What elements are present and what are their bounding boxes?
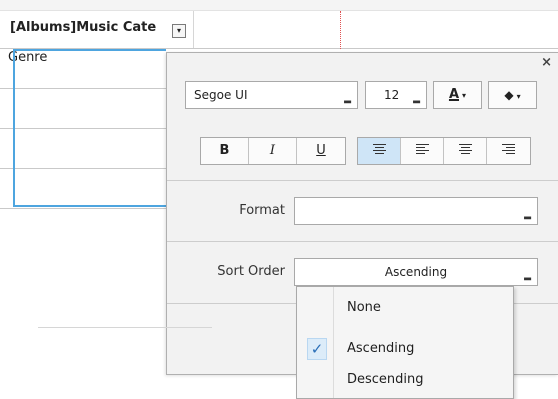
align-center-button[interactable] — [444, 138, 487, 164]
top-band — [0, 0, 558, 11]
bold-button[interactable]: B — [201, 138, 249, 164]
chevron-down-icon: ▾ — [516, 92, 521, 101]
align-default-button[interactable] — [358, 138, 401, 164]
column-separator — [193, 11, 194, 48]
font-size-value: 12 — [384, 88, 400, 102]
sort-order-dropdown[interactable]: Ascending ▂ — [294, 258, 538, 286]
section-divider — [167, 180, 558, 181]
sort-order-menu: None ✓ Ascending Descending — [296, 286, 514, 399]
fill-color-button[interactable]: ◆ ▾ — [488, 81, 537, 109]
format-dropdown[interactable]: ▂ — [294, 197, 538, 225]
menu-item-none[interactable]: None — [297, 297, 513, 319]
align-default-icon — [372, 144, 386, 155]
font-family-value: Segoe UI — [194, 88, 248, 102]
menu-item-label: None — [347, 300, 381, 315]
section-divider — [167, 241, 558, 242]
align-center-icon — [458, 144, 472, 155]
align-right-icon — [502, 144, 515, 155]
page-guide-line — [340, 11, 341, 49]
format-label: Format — [239, 203, 285, 218]
close-icon[interactable]: × — [541, 55, 552, 70]
font-color-icon: A — [448, 87, 460, 102]
column-dropdown-button[interactable]: ▾ — [172, 24, 186, 38]
italic-button[interactable]: I — [249, 138, 297, 164]
align-left-icon — [415, 144, 429, 155]
chevron-down-icon: ▂ — [524, 210, 531, 220]
column-title[interactable]: [Albums]Music Cate — [10, 20, 166, 35]
menu-item-ascending[interactable]: ✓ Ascending — [297, 338, 513, 360]
underline-button[interactable]: U — [297, 138, 345, 164]
menu-item-descending[interactable]: Descending — [297, 369, 513, 391]
sort-order-value: Ascending — [384, 265, 448, 279]
chevron-down-icon: ▾ — [462, 91, 467, 100]
menu-item-label: Descending — [347, 372, 424, 387]
chevron-down-icon: ▂ — [524, 271, 531, 281]
menu-item-label: Ascending — [347, 341, 415, 356]
align-right-button[interactable] — [487, 138, 530, 164]
chevron-down-icon: ▂ — [344, 94, 351, 104]
align-left-button[interactable] — [401, 138, 444, 164]
sort-order-label: Sort Order — [217, 264, 285, 279]
menu-separator — [38, 327, 212, 328]
alignment-group — [357, 137, 531, 165]
font-family-dropdown[interactable]: Segoe UI ▂ — [185, 81, 358, 109]
checkmark-icon: ✓ — [307, 338, 327, 360]
font-color-button[interactable]: A ▾ — [433, 81, 482, 109]
chevron-down-icon: ▂ — [413, 94, 420, 104]
selection-outline — [13, 49, 166, 207]
grid-header: [Albums]Music Cate ▾ — [0, 11, 558, 49]
text-style-group: B I U — [200, 137, 346, 165]
paint-bucket-icon: ◆ — [504, 88, 514, 102]
font-size-dropdown[interactable]: 12 ▂ — [365, 81, 427, 109]
